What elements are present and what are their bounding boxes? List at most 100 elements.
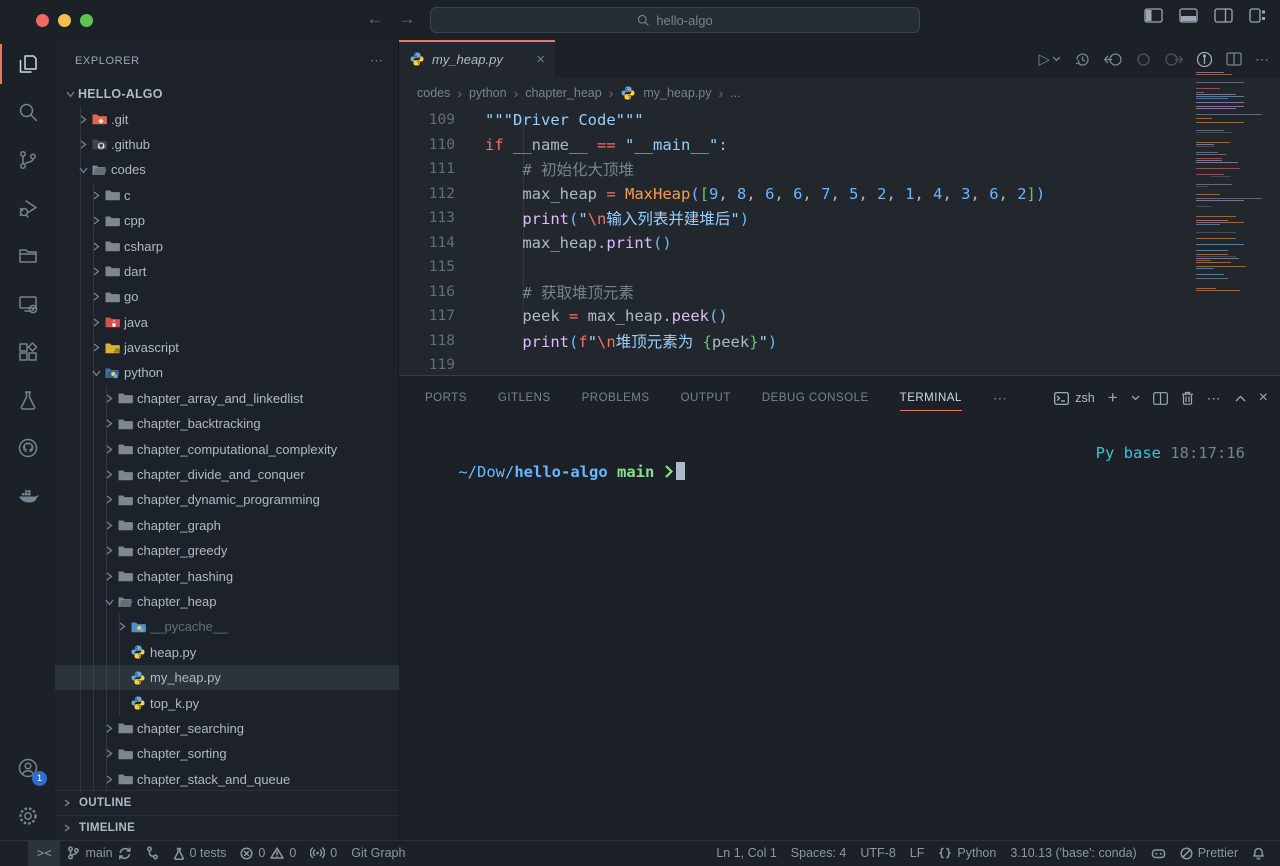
timeline-history-icon[interactable]: [1074, 51, 1091, 68]
status-notifications[interactable]: [1245, 841, 1272, 866]
file-tree-item-hello-algo[interactable]: HELLO-ALGO: [55, 81, 399, 106]
terminal-shell-chip[interactable]: zsh: [1054, 391, 1094, 405]
minimap[interactable]: [1196, 70, 1262, 294]
panel-tab-ports[interactable]: PORTS: [425, 376, 467, 420]
chevron-right-icon: [101, 546, 117, 555]
navigate-forward-icon[interactable]: →: [396, 9, 418, 29]
panel-tabs-more-icon[interactable]: ⋯: [993, 390, 1008, 407]
github-activity-icon[interactable]: [0, 424, 55, 472]
status-remote-indicator[interactable]: ><: [28, 841, 60, 866]
braces-icon: [938, 847, 952, 859]
file-tree-item-csharp[interactable]: csharp: [55, 233, 399, 258]
file-tree-item-cpp[interactable]: cpp: [55, 208, 399, 233]
status-git-branch-status[interactable]: main: [60, 841, 138, 866]
window-minimize-button[interactable]: [58, 14, 71, 27]
tab-my-heap-py[interactable]: my_heap.py ×: [399, 40, 555, 78]
previous-change-icon[interactable]: [1104, 52, 1123, 67]
status-git-graph-label[interactable]: Git Graph: [344, 841, 412, 866]
folder-icon: [117, 746, 137, 762]
panel-tab-problems[interactable]: PROBLEMS: [582, 376, 650, 420]
status-encoding[interactable]: UTF-8: [853, 841, 902, 866]
split-editor-icon[interactable]: [1226, 52, 1242, 66]
panel-more-actions-icon[interactable]: ⋯: [1207, 390, 1222, 407]
breadcrumb-codes[interactable]: codes: [417, 86, 450, 100]
file-tree-item--github[interactable]: .github: [55, 132, 399, 157]
window-close-button[interactable]: [36, 14, 49, 27]
status-language-mode[interactable]: Python: [931, 841, 1003, 866]
error-icon: [240, 847, 253, 860]
status-indentation[interactable]: Spaces: 4: [784, 841, 854, 866]
pyfile-icon: [130, 644, 150, 660]
bell-icon: [1252, 847, 1265, 860]
extensions-activity-icon[interactable]: [0, 328, 55, 376]
kill-terminal-trash-icon[interactable]: [1181, 391, 1194, 405]
timeline-section-header[interactable]: TIMELINE: [55, 815, 399, 840]
status-git-graph-launcher[interactable]: [139, 841, 166, 866]
run-debug-activity-icon[interactable]: [0, 184, 55, 232]
close-panel-icon[interactable]: ×: [1259, 389, 1268, 407]
status-formatter-status[interactable]: Prettier: [1173, 841, 1245, 866]
code-view[interactable]: 109"""Driver Code"""110if __name__ == "_…: [399, 108, 1280, 375]
status-copilot-status[interactable]: [1144, 841, 1173, 866]
file-tree-item--git[interactable]: .git: [55, 106, 399, 131]
settings-activity-icon[interactable]: [0, 792, 55, 840]
file-tree-item-codes[interactable]: codes: [55, 157, 399, 182]
window-zoom-button[interactable]: [80, 14, 93, 27]
testing-activity-icon[interactable]: [0, 376, 55, 424]
copilot-icon: [1151, 847, 1166, 860]
accounts-activity-icon[interactable]: 1: [0, 744, 55, 792]
file-tree-item-java[interactable]: java: [55, 310, 399, 335]
file-tree-item-python[interactable]: python: [55, 360, 399, 385]
search-activity-icon[interactable]: [0, 88, 55, 136]
next-change-icon[interactable]: [1164, 52, 1183, 67]
breadcrumb-symbol[interactable]: ...: [730, 86, 740, 100]
editor-more-actions-icon[interactable]: ⋯: [1255, 51, 1270, 68]
status-eol[interactable]: LF: [903, 841, 932, 866]
file-tree-item-javascript[interactable]: JSjavascript: [55, 335, 399, 360]
command-center-search[interactable]: hello-algo: [430, 7, 920, 33]
file-tree-item-dart[interactable]: dart: [55, 259, 399, 284]
docker-activity-icon[interactable]: [0, 472, 55, 520]
breadcrumb-python[interactable]: python: [469, 86, 507, 100]
change-indicator-icon[interactable]: [1136, 52, 1151, 67]
status-text: ><: [37, 846, 51, 860]
split-terminal-icon[interactable]: [1153, 392, 1168, 405]
folder-extension-activity-icon[interactable]: [0, 232, 55, 280]
toggle-secondary-sidebar-icon[interactable]: [1214, 8, 1233, 23]
maximize-panel-icon[interactable]: [1235, 395, 1246, 402]
status-ports-status[interactable]: 0: [303, 841, 344, 866]
tree-indent-guide: [93, 183, 94, 793]
file-tree-item-c[interactable]: c: [55, 183, 399, 208]
status-problems-status[interactable]: 00: [233, 841, 303, 866]
panel-tab-output[interactable]: OUTPUT: [681, 376, 731, 420]
remote-explorer-activity-icon[interactable]: [0, 280, 55, 328]
line-number: 113: [399, 210, 455, 226]
run-python-file-button[interactable]: ▷: [1038, 50, 1061, 68]
tab-close-icon[interactable]: ×: [536, 51, 545, 68]
navigate-back-icon[interactable]: ←: [364, 9, 386, 29]
breadcrumb-chapter-heap[interactable]: chapter_heap: [525, 86, 601, 100]
explorer-more-actions-icon[interactable]: ⋯: [370, 53, 384, 69]
outline-section-header[interactable]: OUTLINE: [55, 790, 399, 815]
customize-layout-icon[interactable]: [1249, 8, 1266, 23]
status-cursor-position[interactable]: Ln 1, Col 1: [709, 841, 783, 866]
toggle-panel-icon[interactable]: [1179, 8, 1198, 23]
explorer-activity-icon[interactable]: [0, 40, 55, 88]
panel-tab-gitlens[interactable]: GITLENS: [498, 376, 551, 420]
breadcrumb-separator: ›: [718, 85, 723, 101]
source-control-activity-icon[interactable]: [0, 136, 55, 184]
status-text: 0: [258, 846, 265, 860]
commit-graph-icon[interactable]: [1196, 51, 1213, 68]
terminal-dropdown-chevron-icon[interactable]: [1131, 395, 1140, 401]
panel-tab-debug-console[interactable]: DEBUG CONSOLE: [762, 376, 869, 420]
file-tree-item-go[interactable]: go: [55, 284, 399, 309]
code-line-113: 113 print("\n输入列表并建堆后"): [399, 206, 1280, 231]
toggle-primary-sidebar-icon[interactable]: [1144, 8, 1163, 23]
run-dropdown-chevron-icon[interactable]: [1052, 56, 1061, 62]
status-tests-status[interactable]: 0 tests: [166, 841, 234, 866]
status-python-interpreter[interactable]: 3.10.13 ('base': conda): [1003, 841, 1143, 866]
file-tree: HELLO-ALGO.git.githubcodesccppcsharpdart…: [55, 81, 399, 792]
panel-tab-terminal[interactable]: TERMINAL: [900, 376, 962, 420]
breadcrumb-file[interactable]: my_heap.py: [643, 86, 711, 100]
new-terminal-icon[interactable]: +: [1108, 388, 1118, 408]
